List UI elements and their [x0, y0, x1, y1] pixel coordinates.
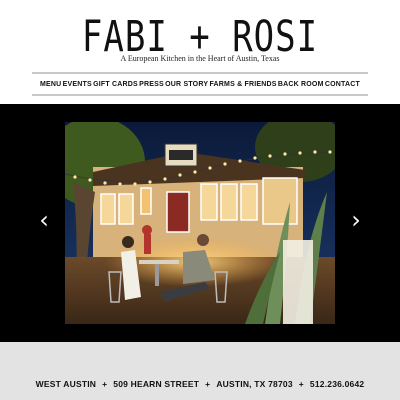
nav-item-our-story[interactable]: OUR STORY — [165, 81, 208, 88]
tagline: A European Kitchen in the Heart of Austi… — [120, 54, 280, 63]
main-nav: MENU EVENTS GIFT CARDS PRESS OUR STORY F… — [32, 72, 368, 96]
street-address[interactable]: 509 HEARN STREET — [113, 379, 199, 389]
neighborhood: WEST AUSTIN — [35, 379, 97, 389]
chevron-left-icon[interactable]: ‹ — [34, 206, 54, 234]
nav-item-press[interactable]: PRESS — [139, 81, 164, 88]
nav-item-farms-friends[interactable]: FARMS & FRIENDS — [209, 81, 276, 88]
separator-plus: + — [102, 379, 108, 389]
nav-item-contact[interactable]: CONTACT — [325, 81, 360, 88]
nav-item-back-room[interactable]: BACK ROOM — [278, 81, 324, 88]
address-bar: WEST AUSTIN +509 HEARN STREET + AUSTIN, TX … — [0, 379, 400, 389]
nav-item-gift-cards[interactable]: GIFT CARDS — [93, 81, 138, 88]
separator-plus: + — [205, 379, 211, 389]
nav-item-menu[interactable]: MENU — [40, 81, 61, 88]
site-header: FABI + ROSI A European Kitchen in the He… — [0, 0, 400, 104]
chevron-right-icon[interactable]: › — [346, 206, 366, 234]
city-zip: AUSTIN, TX 78703 — [216, 379, 293, 389]
phone-number[interactable]: 512.236.0642 — [310, 379, 364, 389]
restaurant-patio-photo — [65, 122, 335, 324]
image-slider: ‹ › — [0, 104, 400, 342]
site-footer: WEST AUSTIN +509 HEARN STREET + AUSTIN, TX … — [0, 342, 400, 400]
nav-item-events[interactable]: EVENTS — [63, 81, 92, 88]
separator-plus: + — [298, 379, 304, 389]
patio-photo-illustration — [65, 122, 335, 324]
